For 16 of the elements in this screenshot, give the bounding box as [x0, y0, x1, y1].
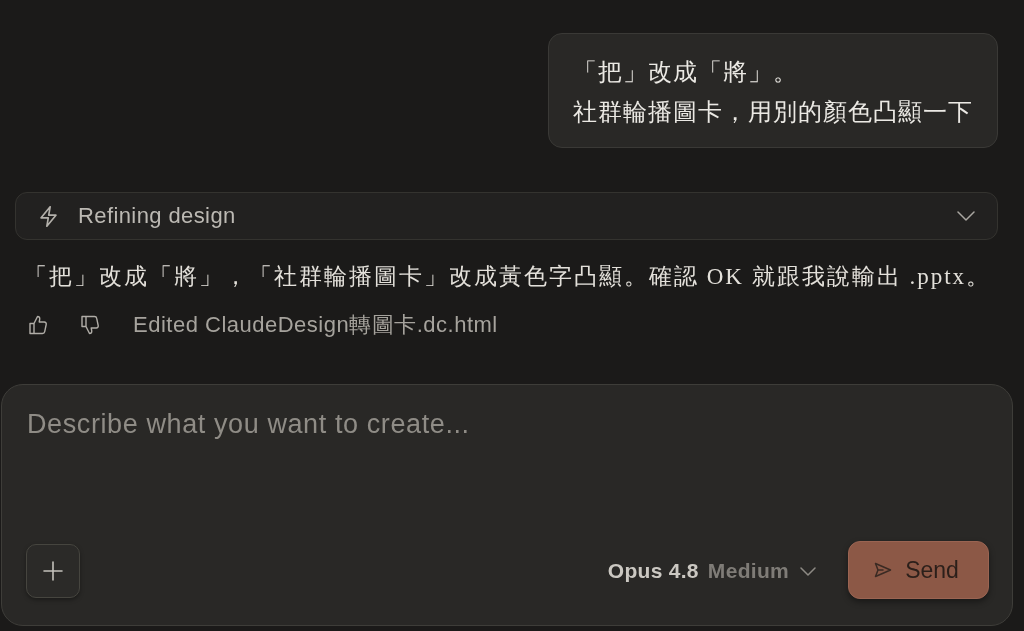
thumbs-down-icon[interactable]: [80, 315, 100, 335]
model-selector[interactable]: Opus 4.8 Medium: [607, 559, 816, 583]
edit-note: Edited ClaudeDesign轉圖卡.dc.html: [133, 311, 498, 339]
chevron-down-icon: [957, 211, 975, 221]
prompt-field[interactable]: Describe what you want to create...: [26, 409, 989, 541]
attach-button[interactable]: [26, 543, 80, 598]
send-icon: [874, 562, 893, 578]
composer-box[interactable]: Describe what you want to create... Opus 4.8 Medium Send: [1, 384, 1013, 626]
lightning-icon: [40, 205, 57, 227]
response-text: 「把」改成「將」，「社群輪播圖卡」改成黃色字凸顯。確認 OK 就跟我說輸出 .pptx。: [24, 263, 993, 291]
message-text: 「把」改成「將」。: [573, 57, 799, 87]
message-text: 社群輪播圖卡，用別的顏色凸顯一下: [573, 97, 973, 127]
plus-icon: [43, 560, 63, 581]
status-toggle[interactable]: Refining design: [15, 192, 998, 240]
thumbs-up-icon[interactable]: [28, 315, 48, 335]
chevron-down-icon: [800, 566, 816, 576]
